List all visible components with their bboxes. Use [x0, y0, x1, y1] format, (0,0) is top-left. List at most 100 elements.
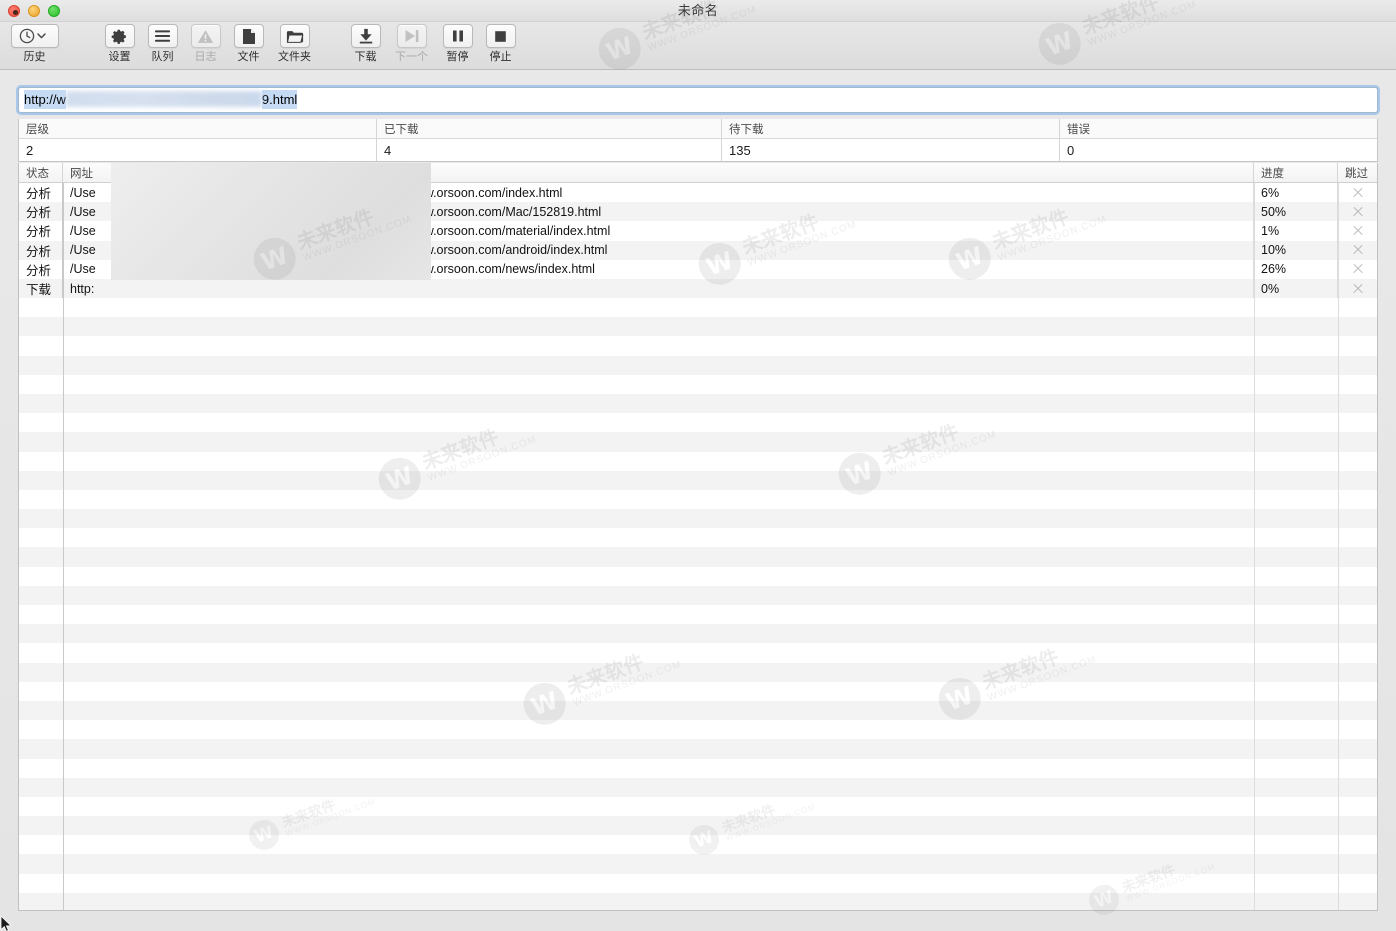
empty-row	[19, 375, 1378, 394]
stats-value-level: 2	[19, 139, 377, 161]
row-status: 分析	[19, 202, 63, 221]
empty-row	[19, 739, 1378, 758]
row-skip-button[interactable]	[1338, 279, 1377, 298]
toolbar-button-queue[interactable]: 队列	[141, 22, 184, 64]
close-x-icon	[1352, 206, 1364, 218]
empty-row	[19, 759, 1378, 778]
row-skip-button[interactable]	[1338, 202, 1377, 221]
row-url-suffix: ww.orsoon.com/index.html	[416, 186, 563, 200]
stats-table: 层级 已下载 待下载 错误 2 4 135 0	[18, 119, 1378, 162]
row-skip-button[interactable]	[1338, 183, 1377, 202]
empty-row	[19, 835, 1378, 854]
table-row[interactable]: 分析/Useww.orsoon.com/news/index.html26%	[19, 260, 1377, 279]
empty-row	[19, 336, 1378, 355]
column-header-url[interactable]: 网址	[63, 163, 1254, 182]
empty-row	[19, 778, 1378, 797]
folder-button-face	[280, 24, 310, 48]
row-status: 下载	[19, 279, 63, 298]
close-x-icon	[1352, 187, 1364, 199]
stats-header-level: 层级	[19, 119, 377, 138]
row-url-suffix: ww.orsoon.com/Mac/152819.html	[416, 205, 602, 219]
toolbar-label-download: 下载	[355, 51, 377, 64]
empty-row	[19, 490, 1378, 509]
url-prefix: http://w	[24, 90, 66, 109]
settings-button-face	[105, 24, 135, 48]
stats-header-pending: 待下载	[722, 119, 1060, 138]
stop-button-face	[486, 24, 516, 48]
toolbar-button-next[interactable]: 下一个	[387, 22, 436, 64]
row-skip-button[interactable]	[1338, 241, 1377, 260]
pause-button-face	[443, 24, 473, 48]
toolbar-button-pause[interactable]: 暂停	[436, 22, 479, 64]
table-row[interactable]: 下载http:0%	[19, 279, 1377, 298]
list-rows: 分析/Useww.orsoon.com/index.html6%分析/Useww…	[19, 183, 1377, 298]
toolbar-group-history: 历史	[10, 22, 59, 64]
table-row[interactable]: 分析/Useww.orsoon.com/material/index.html1…	[19, 221, 1377, 240]
column-header-skip[interactable]: 跳过	[1338, 163, 1377, 182]
empty-row	[19, 643, 1378, 662]
row-url: http:	[63, 279, 1254, 298]
log-button-face	[191, 24, 221, 48]
download-button-face	[351, 24, 381, 48]
url-input[interactable]: http://w9.html	[18, 87, 1378, 113]
close-x-icon	[1352, 283, 1364, 295]
toolbar-button-history[interactable]: 历史	[10, 22, 59, 64]
column-header-status[interactable]: 状态	[19, 163, 63, 182]
row-url-prefix: http:	[70, 282, 94, 296]
toolbar-label-next: 下一个	[395, 51, 428, 64]
toolbar-button-download[interactable]: 下载	[344, 22, 387, 64]
row-url-prefix: /Use	[70, 262, 96, 276]
row-progress: 10%	[1254, 241, 1338, 260]
toolbar-label-settings: 设置	[109, 51, 131, 64]
table-row[interactable]: 分析/Useww.orsoon.com/android/index.html10…	[19, 241, 1377, 260]
row-progress: 1%	[1254, 221, 1338, 240]
row-url-suffix: ww.orsoon.com/news/index.html	[416, 262, 595, 276]
window-title: 未命名	[0, 0, 1396, 22]
url-input-text: http://w9.html	[24, 88, 297, 112]
toolbar-button-log[interactable]: 日志	[184, 22, 227, 64]
column-divider-url	[1254, 183, 1255, 911]
download-list: 状态 网址 进度 跳过 分析/Useww.orsoon.com/index.ht…	[18, 163, 1378, 911]
row-url-prefix: /Use	[70, 243, 96, 257]
empty-row	[19, 471, 1378, 490]
empty-row	[19, 528, 1378, 547]
empty-row	[19, 567, 1378, 586]
row-skip-button[interactable]	[1338, 260, 1377, 279]
row-url: /Use ww.orsoon.com/news/index.html	[63, 260, 1254, 279]
skip-next-icon	[404, 29, 420, 43]
empty-row	[19, 797, 1378, 816]
empty-row	[19, 413, 1378, 432]
empty-row	[19, 509, 1378, 528]
column-header-progress[interactable]: 进度	[1254, 163, 1338, 182]
row-progress: 6%	[1254, 183, 1338, 202]
column-divider-status	[63, 183, 64, 911]
list-header-row: 状态 网址 进度 跳过	[19, 163, 1377, 183]
stats-value-row: 2 4 135 0	[19, 139, 1377, 161]
toolbar-button-files[interactable]: 文件	[227, 22, 270, 64]
table-row[interactable]: 分析/Useww.orsoon.com/index.html6%	[19, 183, 1377, 202]
table-row[interactable]: 分析/Useww.orsoon.com/Mac/152819.html50%	[19, 202, 1377, 221]
row-skip-button[interactable]	[1338, 221, 1377, 240]
empty-rows-filler	[19, 298, 1378, 911]
empty-row	[19, 298, 1378, 317]
toolbar-label-files: 文件	[238, 51, 260, 64]
row-url-prefix: /Use	[70, 205, 96, 219]
row-url: /Useww.orsoon.com/index.html	[63, 183, 1254, 202]
stats-header-errors: 错误	[1060, 119, 1377, 138]
empty-row	[19, 816, 1378, 835]
toolbar-label-stop: 停止	[490, 51, 512, 64]
toolbar-button-stop[interactable]: 停止	[479, 22, 522, 64]
title-bar: 未命名	[0, 0, 1396, 22]
app-window: 未命名 历史	[0, 0, 1396, 931]
toolbar-button-folder[interactable]: 文件夹	[270, 22, 319, 64]
empty-row	[19, 893, 1378, 911]
clock-chevron-icon	[15, 28, 55, 44]
file-icon	[242, 28, 256, 45]
row-status: 分析	[19, 183, 63, 202]
pause-icon	[451, 29, 465, 43]
empty-row	[19, 394, 1378, 413]
toolbar-button-settings[interactable]: 设置	[98, 22, 141, 64]
empty-row	[19, 624, 1378, 643]
close-x-icon	[1352, 263, 1364, 275]
stats-value-errors: 0	[1060, 139, 1377, 161]
